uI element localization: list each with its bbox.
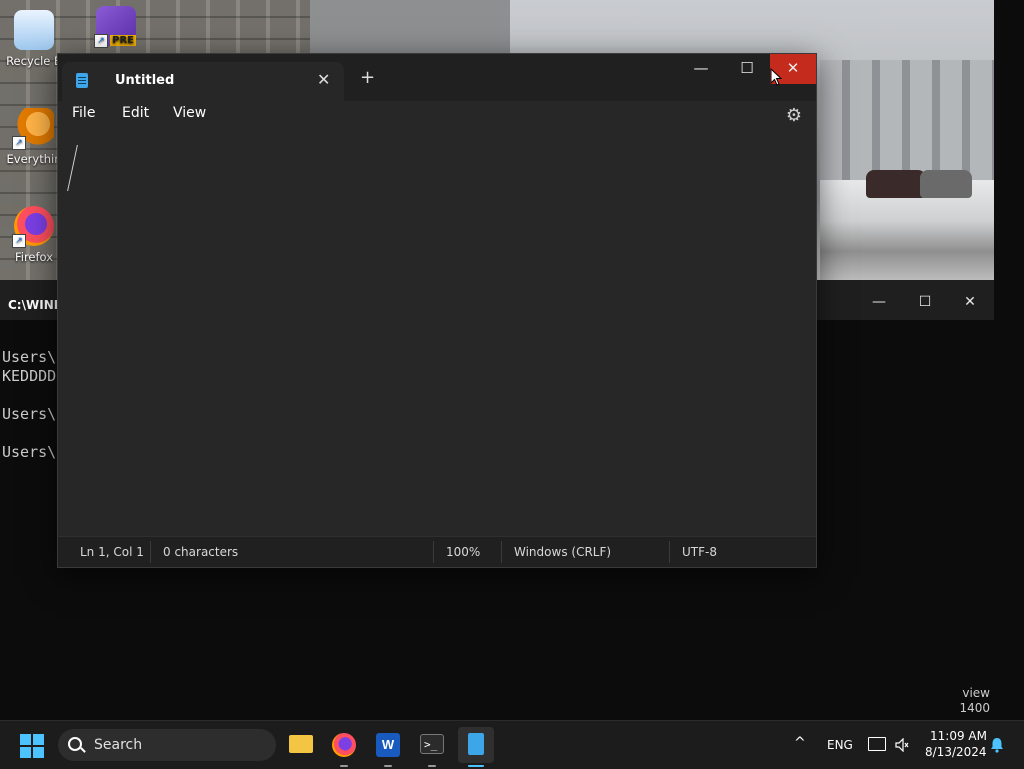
status-encoding[interactable]: UTF-8 — [682, 545, 717, 559]
terminal-side-text: view — [962, 686, 990, 700]
notepad-titlebar[interactable]: Untitled ✕ + — ☐ ✕ — [58, 54, 816, 101]
active-indicator — [468, 765, 484, 767]
shortcut-arrow-icon: ↗ — [94, 34, 108, 48]
minimize-button[interactable]: — — [678, 54, 724, 84]
status-separator — [150, 541, 151, 563]
notepad-statusbar: Ln 1, Col 1 0 characters 100% Windows (C… — [58, 536, 816, 567]
notepad-text-area[interactable] — [58, 133, 816, 537]
search-placeholder: Search — [94, 737, 143, 753]
menu-view[interactable]: View — [173, 105, 206, 121]
terminal-line: Users\ — [2, 443, 57, 461]
terminal-icon: >_ — [420, 734, 444, 754]
new-tab-button[interactable]: + — [360, 67, 375, 88]
firefox-icon: ↗ — [12, 206, 54, 248]
tab-close-button[interactable]: ✕ — [317, 70, 330, 89]
volume-muted-icon[interactable] — [895, 737, 909, 753]
text-cursor — [67, 145, 78, 191]
menu-edit[interactable]: Edit — [122, 105, 149, 121]
search-icon — [68, 737, 82, 751]
notepad-tab-title: Untitled — [115, 73, 175, 88]
clock-date[interactable]: 8/13/2024 — [925, 745, 987, 759]
network-icon[interactable] — [868, 737, 886, 751]
terminal-title: C:\WIND — [8, 298, 64, 312]
everything-search-icon: ↗ — [12, 108, 54, 150]
status-char-count: 0 characters — [163, 545, 239, 559]
running-indicator — [428, 765, 436, 767]
wallpaper-building — [310, 0, 510, 60]
desktop-icon-visual-studio-preview[interactable]: ↗ PRE — [88, 6, 144, 50]
desktop-icon-firefox[interactable]: ↗ Firefox — [6, 206, 62, 264]
terminal-line: Users\ — [2, 348, 57, 366]
terminal-minimize-button[interactable]: — — [867, 290, 891, 314]
status-line-col: Ln 1, Col 1 — [80, 545, 144, 559]
tray-overflow-chevron-icon[interactable]: ^ — [794, 735, 806, 751]
taskbar-search-box[interactable]: Search — [58, 729, 276, 761]
notepad-icon — [468, 733, 484, 755]
firefox-icon — [332, 733, 356, 757]
shortcut-arrow-icon: ↗ — [12, 234, 26, 248]
taskbar-app-firefox[interactable] — [326, 727, 362, 767]
terminal-line: Users\ — [2, 405, 57, 423]
desktop-icon-label: Everythin — [6, 152, 62, 166]
shortcut-arrow-icon: ↗ — [12, 136, 26, 150]
terminal-side-text: 1400 — [959, 701, 990, 715]
wallpaper-building-right — [820, 60, 994, 180]
wallpaper-car — [866, 170, 926, 198]
wallpaper-car — [920, 170, 972, 198]
desktop-icon-label: Firefox — [14, 250, 54, 264]
maximize-button[interactable]: ☐ — [724, 54, 770, 84]
notification-bell-icon[interactable] — [990, 737, 1004, 757]
recycle-bin-icon — [14, 10, 54, 50]
notepad-window[interactable]: Untitled ✕ + — ☐ ✕ File Edit View ⚙ Ln 1… — [57, 53, 817, 568]
menu-file[interactable]: File — [72, 105, 95, 121]
pre-badge: PRE — [110, 35, 136, 46]
folder-icon — [289, 735, 313, 753]
taskbar-app-file-explorer[interactable] — [283, 727, 319, 763]
visual-studio-preview-icon: ↗ PRE — [94, 6, 136, 48]
start-button[interactable] — [20, 734, 44, 758]
desktop-icon-label: Recycle B — [6, 54, 62, 68]
status-separator — [433, 541, 434, 563]
notepad-tab-untitled[interactable]: Untitled ✕ — [62, 62, 344, 101]
status-separator — [501, 541, 502, 563]
status-line-ending[interactable]: Windows (CRLF) — [514, 545, 611, 559]
taskbar-app-word[interactable]: W — [370, 727, 406, 767]
status-separator — [669, 541, 670, 563]
mouse-cursor-icon — [770, 68, 782, 86]
desktop-icon-everything[interactable]: ↗ Everythin — [6, 108, 62, 166]
terminal-maximize-button[interactable]: ☐ — [913, 290, 937, 314]
running-indicator — [384, 765, 392, 767]
taskbar: Search W >_ ^ ENG 11:09 AM 8/13/2024 — [0, 720, 1024, 769]
word-icon: W — [376, 733, 400, 757]
taskbar-app-terminal[interactable]: >_ — [414, 727, 450, 767]
desktop-icon-recycle-bin[interactable]: Recycle B — [6, 10, 62, 68]
running-indicator — [340, 765, 348, 767]
notepad-icon — [76, 73, 88, 88]
taskbar-app-notepad[interactable] — [458, 727, 494, 767]
status-zoom[interactable]: 100% — [446, 545, 480, 559]
terminal-line: KEDDDDD — [2, 367, 66, 385]
notepad-menubar: File Edit View ⚙ — [58, 101, 816, 133]
clock-time[interactable]: 11:09 AM — [930, 729, 987, 743]
language-indicator[interactable]: ENG — [827, 738, 853, 752]
terminal-close-button[interactable]: ✕ — [958, 290, 982, 314]
settings-gear-icon[interactable]: ⚙ — [786, 105, 802, 126]
